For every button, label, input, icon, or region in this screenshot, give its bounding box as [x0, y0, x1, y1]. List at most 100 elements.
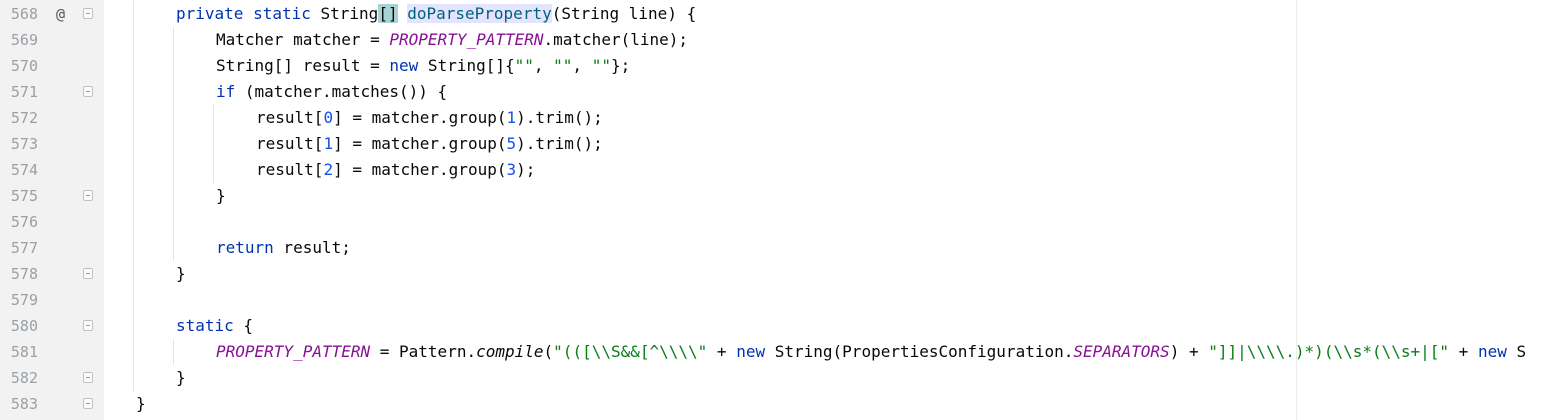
line-number[interactable]: 568: [0, 1, 38, 27]
line-number[interactable]: 572: [0, 105, 38, 131]
code-token: {: [233, 316, 254, 335]
code-token: ] = matcher.group(: [333, 108, 507, 127]
code-token: "": [591, 56, 611, 75]
code-token: SEPARATORS: [1073, 342, 1170, 361]
code-token: if: [216, 82, 236, 101]
line-number[interactable]: 577: [0, 235, 38, 261]
code-token: PROPERTY_PATTERN: [216, 342, 371, 361]
code-token: new: [736, 342, 766, 361]
code-token: .matcher(line);: [543, 30, 689, 49]
line-number[interactable]: 580: [0, 313, 38, 339]
code-token: result;: [273, 238, 351, 257]
override-marker-icon[interactable]: @: [56, 1, 65, 27]
code-token: ] = matcher.group(: [333, 160, 507, 179]
code-token: String(PropertiesConfiguration.: [765, 342, 1074, 361]
code-text[interactable]: }: [176, 365, 186, 391]
code-line[interactable]: 569 Matcher matcher = PROPERTY_PATTERN.ma…: [0, 27, 1568, 53]
code-token: compile: [476, 342, 544, 361]
code-text[interactable]: PROPERTY_PATTERN = Pattern.compile("(([\…: [216, 339, 1526, 365]
code-token: S: [1506, 342, 1527, 361]
line-number[interactable]: 581: [0, 339, 38, 365]
code-line[interactable]: 578}: [0, 261, 1568, 287]
code-token: "": [514, 56, 534, 75]
code-token: 0: [323, 108, 334, 127]
line-number[interactable]: 583: [0, 391, 38, 417]
line-number[interactable]: 582: [0, 365, 38, 391]
code-line[interactable]: 583}: [0, 391, 1568, 417]
code-token: static: [176, 316, 234, 335]
code-text[interactable]: private static String[] doParseProperty(…: [176, 1, 696, 27]
code-line[interactable]: 575}: [0, 183, 1568, 209]
code-token: ).trim();: [516, 134, 603, 153]
code-token: +: [707, 342, 737, 361]
code-token: String: [310, 4, 379, 23]
fold-toggle-icon[interactable]: [83, 8, 93, 19]
line-number[interactable]: 579: [0, 287, 38, 313]
code-token: "]]|\\\\.)*)(\\s*(\\s+|[": [1208, 342, 1450, 361]
code-token: result[: [256, 108, 324, 127]
code-text[interactable]: }: [216, 183, 226, 209]
code-token: return: [216, 238, 274, 257]
code-text[interactable]: }: [176, 261, 186, 287]
code-text[interactable]: String[] result = new String[]{"", "", "…: [216, 53, 630, 79]
code-text[interactable]: result[1] = matcher.group(5).trim();: [256, 131, 603, 157]
code-line[interactable]: 581 PROPERTY_PATTERN = Pattern.compile("(…: [0, 339, 1568, 365]
line-number[interactable]: 570: [0, 53, 38, 79]
line-number[interactable]: 571: [0, 79, 38, 105]
code-line[interactable]: 577 return result;: [0, 235, 1568, 261]
code-token: };: [610, 56, 631, 75]
code-text[interactable]: Matcher matcher = PROPERTY_PATTERN.match…: [216, 27, 688, 53]
code-token: ).trim();: [516, 108, 603, 127]
code-text[interactable]: result[0] = matcher.group(1).trim();: [256, 105, 603, 131]
code-token: }: [176, 368, 186, 387]
code-text[interactable]: return result;: [216, 235, 351, 261]
code-token: 1: [506, 108, 517, 127]
line-number[interactable]: 574: [0, 157, 38, 183]
code-token: }: [216, 186, 226, 205]
code-token: private: [176, 4, 244, 23]
code-token: +: [1449, 342, 1478, 361]
code-line[interactable]: 573 result[1] = matcher.group(5).trim();: [0, 131, 1568, 157]
code-text[interactable]: static {: [176, 313, 253, 339]
code-token: }: [176, 264, 186, 283]
code-line[interactable]: 576: [0, 209, 1568, 235]
code-token: new: [389, 56, 419, 75]
line-number[interactable]: 575: [0, 183, 38, 209]
code-text[interactable]: }: [136, 391, 146, 417]
code-line[interactable]: 571 if (matcher.matches()) {: [0, 79, 1568, 105]
line-number[interactable]: 573: [0, 131, 38, 157]
fold-toggle-icon[interactable]: [83, 398, 93, 409]
code-token: ] = matcher.group(: [333, 134, 507, 153]
fold-toggle-icon[interactable]: [83, 320, 93, 331]
code-line[interactable]: 570 String[] result = new String[]{"", ""…: [0, 53, 1568, 79]
code-line[interactable]: 568 @ private static String[] doParsePrope…: [0, 1, 1568, 27]
fold-toggle-icon[interactable]: [83, 268, 93, 279]
code-line[interactable]: 572 result[0] = matcher.group(1).trim();: [0, 105, 1568, 131]
code-token: (matcher.matches()) {: [235, 82, 448, 101]
code-line[interactable]: 579: [0, 287, 1568, 313]
code-token: result[: [256, 160, 324, 179]
code-token: static: [253, 4, 311, 23]
code-token: 3: [506, 160, 517, 179]
code-token: new: [1477, 342, 1507, 361]
line-number[interactable]: 578: [0, 261, 38, 287]
fold-toggle-icon[interactable]: [83, 190, 93, 201]
code-token: (String line) {: [551, 4, 697, 23]
code-line[interactable]: 582}: [0, 365, 1568, 391]
line-number[interactable]: 569: [0, 27, 38, 53]
code-line[interactable]: 580 static {: [0, 313, 1568, 339]
line-number[interactable]: 576: [0, 209, 38, 235]
code-token: String[] result =: [216, 56, 390, 75]
code-text[interactable]: result[2] = matcher.group(3);: [256, 157, 535, 183]
code-token: "": [553, 56, 573, 75]
fold-toggle-icon[interactable]: [83, 372, 93, 383]
code-token: (: [543, 342, 554, 361]
code-text[interactable]: if (matcher.matches()) {: [216, 79, 447, 105]
fold-toggle-icon[interactable]: [83, 86, 93, 97]
code-line[interactable]: 574 result[2] = matcher.group(3);: [0, 157, 1568, 183]
code-token: []: [378, 4, 398, 23]
code-token: ) +: [1169, 342, 1209, 361]
code-token: 2: [323, 160, 334, 179]
code-token: String[]{: [418, 56, 515, 75]
